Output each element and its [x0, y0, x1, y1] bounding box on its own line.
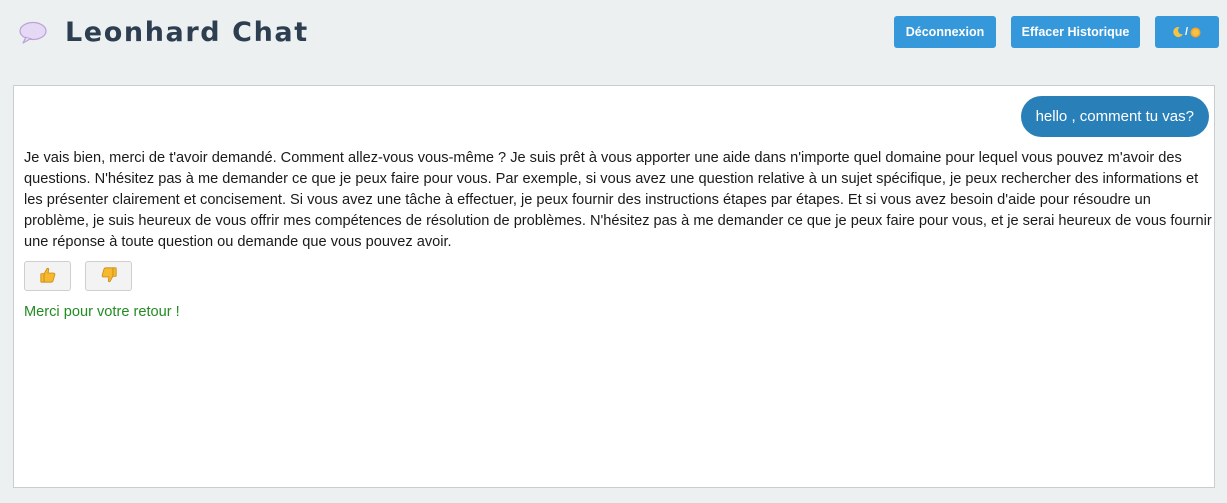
thumbs-down-button[interactable]: [85, 261, 132, 291]
user-message-bubble: hello , comment tu vas?: [1020, 96, 1209, 137]
thumbs-down-icon: [100, 266, 118, 287]
chat-window[interactable]: hello , comment tu vas? Je vais bien, me…: [13, 85, 1215, 488]
thumbs-up-icon: [39, 266, 57, 287]
app-header: Leonhard Chat Déconnexion Effacer Histor…: [0, 0, 1227, 66]
logout-button[interactable]: Déconnexion: [894, 16, 996, 48]
feedback-confirmation: Merci pour votre retour !: [24, 304, 180, 320]
sun-icon: [1189, 26, 1202, 39]
thumbs-up-button[interactable]: [24, 261, 71, 291]
speech-bubble-icon: [18, 21, 48, 45]
theme-toggle-button[interactable]: /: [1155, 16, 1219, 48]
theme-toggle-separator: /: [1184, 25, 1189, 38]
clear-history-button[interactable]: Effacer Historique: [1011, 16, 1140, 48]
moon-icon: [1172, 26, 1184, 38]
bot-message: Je vais bien, merci de t'avoir demandé. …: [24, 150, 1212, 250]
app-title: Leonhard Chat: [65, 17, 309, 48]
